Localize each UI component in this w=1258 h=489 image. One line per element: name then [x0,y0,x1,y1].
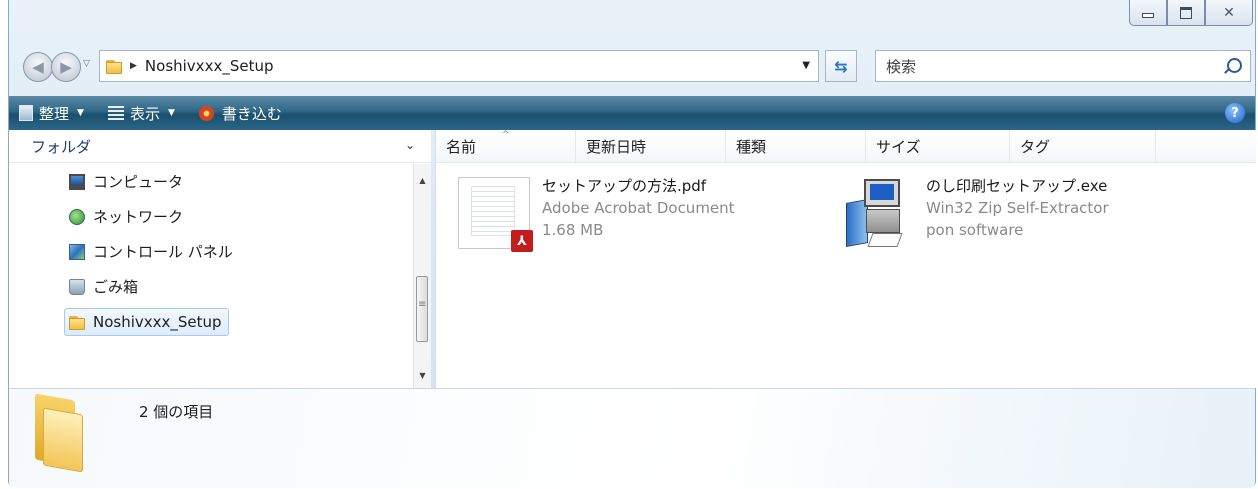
breadcrumb-separator-icon[interactable]: ▶ [130,61,137,71]
views-icon [107,106,124,120]
maximize-icon [1180,6,1192,19]
tree-item-recycle-bin[interactable]: ごみ箱 [9,269,409,304]
folder-front-part [43,407,83,473]
address-dropdown-icon[interactable]: ▼ [802,60,810,71]
address-bar[interactable]: ▶ Noshivxxx_Setup ▼ [99,50,819,82]
breadcrumb-current[interactable]: Noshivxxx_Setup [145,57,274,75]
item-count: 2 個の項目 [139,403,214,421]
sort-ascending-icon: ^ [502,130,510,140]
file-item-text: のし印刷セットアップ.exe Win32 Zip Self-Extractor … [926,175,1109,253]
column-headers: 名前 ^ 更新日時 種類 サイズ タグ [436,130,1256,163]
back-button[interactable]: ◀ [23,52,53,82]
command-bar: 整理 ▼ 表示 ▼ 書き込む ? [9,96,1255,130]
column-header-type[interactable]: 種類 [726,130,866,162]
column-header-label: サイズ [876,137,921,156]
minimize-icon [1142,13,1154,18]
column-header-size[interactable]: サイズ [866,130,1010,162]
organize-icon [19,105,33,121]
file-item-pdf[interactable]: ⅄ セットアップの方法.pdf Adobe Acrobat Document 1… [458,175,735,252]
views-label: 表示 [129,104,160,123]
tree-item-label: コンピュータ [93,173,184,191]
tree-item-computer[interactable]: コンピュータ [9,164,409,199]
installer-paper-part [867,233,903,247]
close-button[interactable]: ✕ [1205,0,1253,26]
folders-header[interactable]: フォルダ ⌄ [9,130,431,163]
column-header-label: 名前 [446,137,477,156]
recycle-bin-icon [69,278,85,295]
file-list-pane: 名前 ^ 更新日時 種類 サイズ タグ ⅄ セットアップの方法.pdf Adob… [435,130,1256,388]
search-input[interactable]: 検索 [875,50,1251,82]
pdf-page-preview [471,186,515,236]
organize-button[interactable]: 整理 ▼ [19,103,84,124]
search-icon[interactable] [1227,58,1242,73]
tree-item-label: Noshivxxx_Setup [93,312,222,331]
column-header-label: 更新日時 [586,137,647,156]
folder-icon [69,314,85,330]
organize-label: 整理 [39,104,70,123]
selection-highlight: Noshivxxx_Setup [64,307,229,336]
control-panel-icon [69,243,85,260]
burn-button[interactable]: 書き込む [198,103,282,124]
scroll-down-icon[interactable]: ▼ [414,367,431,384]
acrobat-badge-icon: ⅄ [511,230,533,252]
file-name: のし印刷セットアップ.exe [926,177,1108,195]
computer-icon [69,173,85,190]
close-icon: ✕ [1223,4,1235,21]
installer-monitor-part [864,179,900,207]
column-header-tags[interactable]: タグ [1010,130,1156,162]
help-icon: ? [1231,105,1239,121]
column-header-label: タグ [1020,137,1051,156]
refresh-icon: ⇆ [834,56,848,76]
file-size: 1.68 MB [542,221,604,239]
navigation-pane: フォルダ ⌄ コンピュータ ネットワーク コントロール パネル ごみ箱 Nosh… [9,130,431,388]
file-item-text: セットアップの方法.pdf Adobe Acrobat Document 1.6… [542,175,735,249]
column-header-date-modified[interactable]: 更新日時 [576,130,726,162]
burn-label: 書き込む [221,104,282,123]
pdf-icon: ⅄ [458,177,533,252]
scrollbar-thumb[interactable] [416,276,428,342]
file-publisher: pon software [926,221,1024,239]
maximize-button[interactable] [1167,0,1205,26]
installer-icon [842,175,914,253]
tree-item-control-panel[interactable]: コントロール パネル [9,234,409,269]
tree-item-label: ごみ箱 [93,278,139,296]
column-header-name[interactable]: 名前 ^ [436,130,576,162]
file-type: Win32 Zip Self-Extractor [926,199,1109,217]
minimize-button[interactable] [1129,0,1167,26]
tree-item-label: コントロール パネル [93,243,233,261]
recent-pages-dropdown[interactable]: ▽ [83,59,90,69]
explorer-window: ✕ ◀ ▶ ▽ ▶ Noshivxxx_Setup ▼ ⇆ 検索 整理 ▼ 表示… [8,0,1256,488]
details-pane: 2 個の項目 [9,388,1255,488]
folder-icon [35,393,89,473]
installer-computer-part [866,209,900,233]
folder-tree: コンピュータ ネットワーク コントロール パネル ごみ箱 Noshivxxx_S… [9,164,409,339]
chevron-down-icon[interactable]: ⌄ [405,138,415,152]
folder-icon [106,58,122,74]
forward-arrow-icon: ▶ [60,58,72,76]
chevron-down-icon: ▼ [77,108,84,118]
tree-item-noshivxxx-setup[interactable]: Noshivxxx_Setup [9,304,409,339]
help-button[interactable]: ? [1225,103,1245,123]
scroll-up-icon[interactable]: ▲ [414,172,431,189]
caption-buttons: ✕ [1129,0,1253,26]
tree-item-network[interactable]: ネットワーク [9,199,409,234]
views-button[interactable]: 表示 ▼ [107,103,175,124]
network-icon [69,208,85,225]
forward-button[interactable]: ▶ [51,52,81,82]
back-arrow-icon: ◀ [32,58,44,76]
file-name: セットアップの方法.pdf [542,177,707,195]
column-header-label: 種類 [736,137,767,156]
burn-disc-icon [198,105,214,121]
file-item-exe[interactable]: のし印刷セットアップ.exe Win32 Zip Self-Extractor … [842,175,1109,253]
navigation-scrollbar[interactable]: ▲ ▼ [413,164,431,388]
file-type: Adobe Acrobat Document [542,199,735,217]
tree-item-label: ネットワーク [93,208,184,226]
chevron-down-icon: ▼ [167,108,175,118]
search-placeholder: 検索 [886,57,917,76]
folders-header-label: フォルダ [31,137,92,156]
refresh-button[interactable]: ⇆ [825,50,857,82]
